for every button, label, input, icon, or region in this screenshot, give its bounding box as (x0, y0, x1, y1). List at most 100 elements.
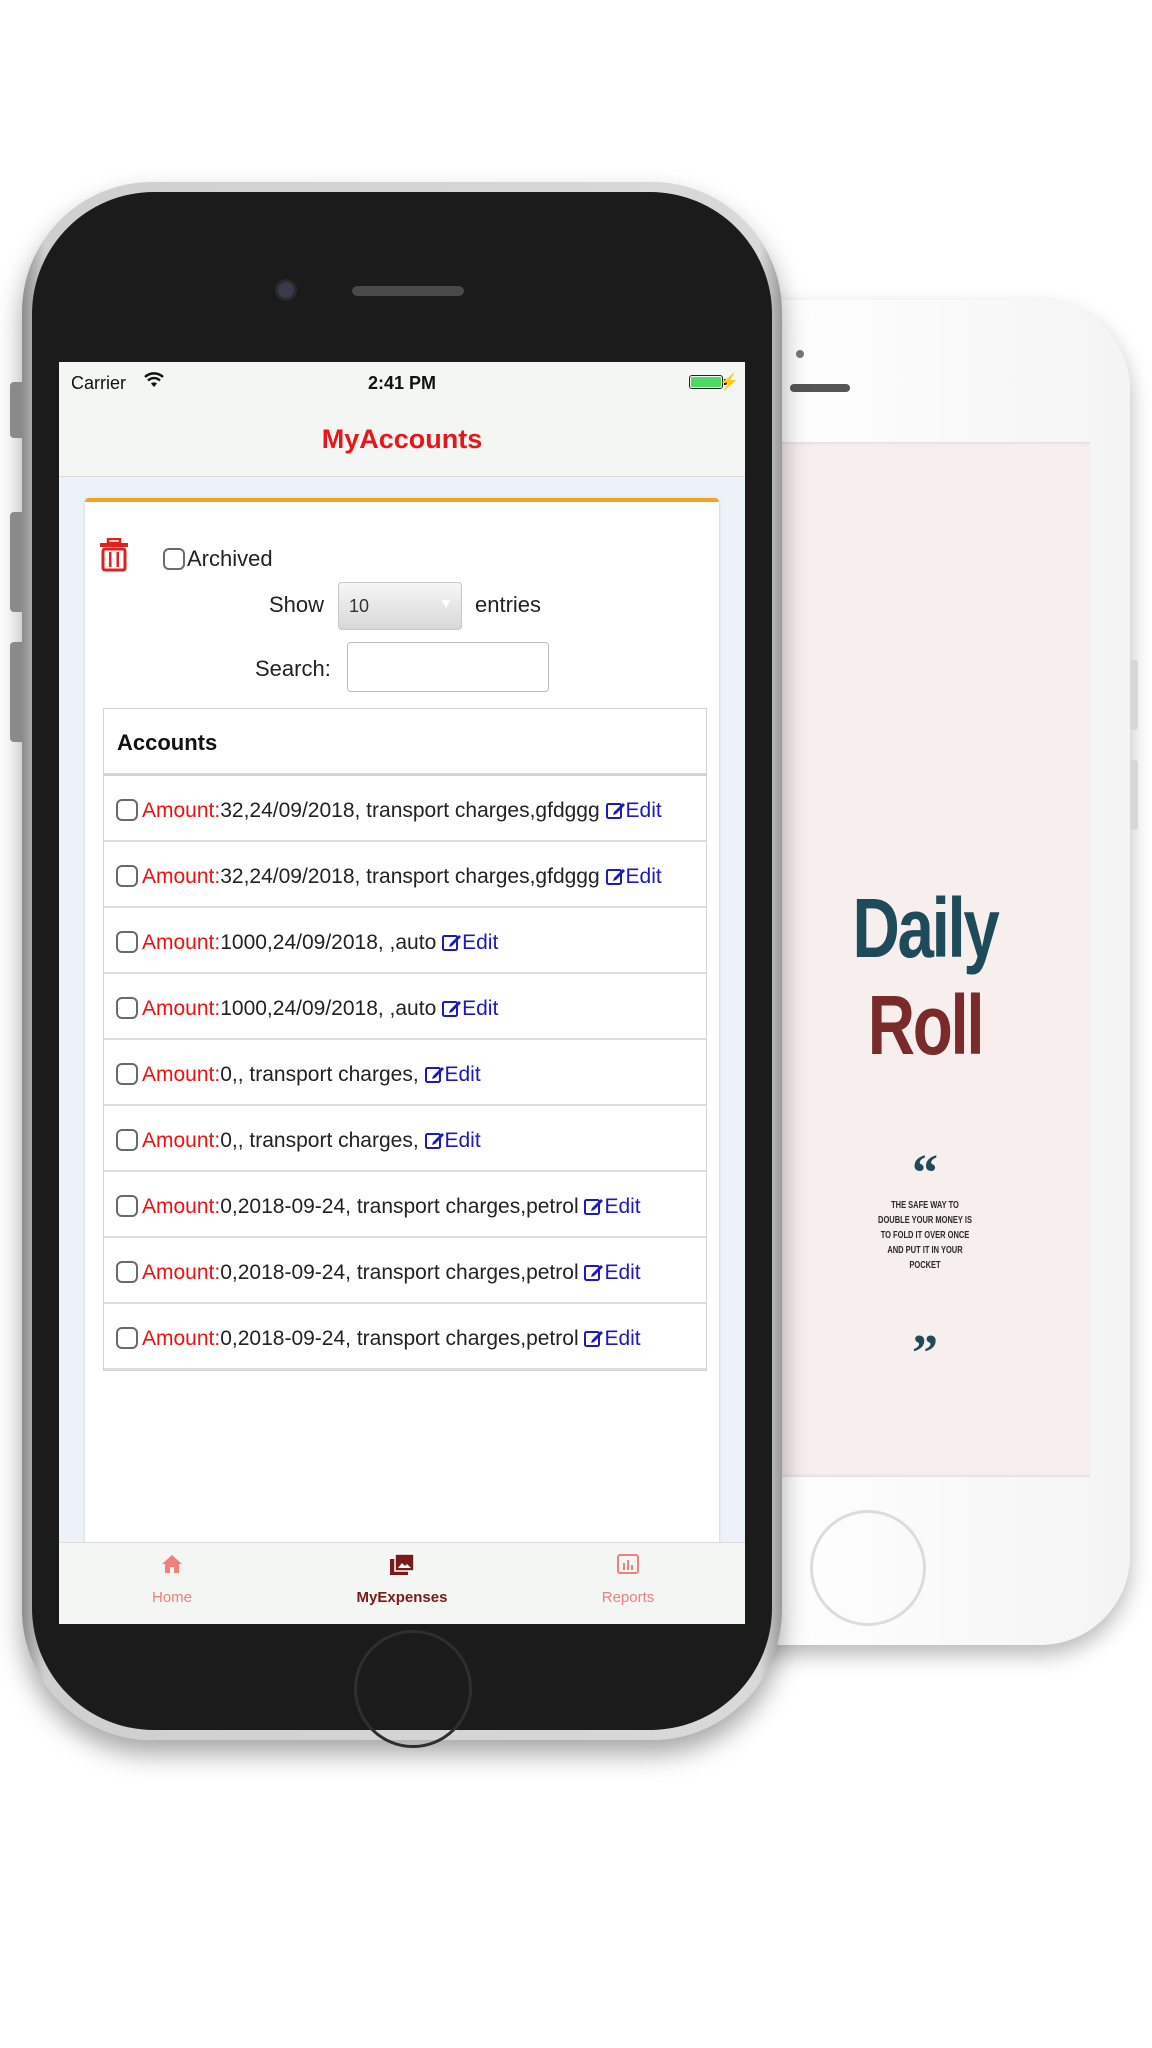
archived-filter[interactable]: Archived (163, 546, 273, 572)
edit-label: Edit (604, 1327, 641, 1350)
charging-icon: ⚡ (719, 374, 739, 391)
row-checkbox[interactable] (116, 1063, 138, 1085)
splash-screen: Daily Roll “ The safe way to double your… (760, 442, 1090, 1477)
chevron-down-icon: ▼ (439, 595, 453, 611)
edit-link[interactable]: Edit (584, 1261, 641, 1284)
page-title: MyAccounts (321, 424, 483, 454)
tab-reports-label: Reports (601, 1589, 655, 1606)
tab-home-label: Home (151, 1589, 192, 1606)
archived-checkbox[interactable] (163, 548, 185, 570)
edit-link[interactable]: Edit (424, 1063, 481, 1086)
row-checkbox[interactable] (116, 865, 138, 887)
accounts-card: Archived Show 10 ▼ entries Search: Accou… (85, 498, 719, 1624)
edit-label: Edit (462, 931, 499, 954)
row-details: 0,, transport charges, (220, 1063, 419, 1086)
tab-bar: Home MyExpenses Reports (59, 1542, 745, 1624)
app-logo-text: Daily Roll (852, 881, 1000, 1072)
edit-icon (424, 1129, 445, 1152)
edit-icon (442, 997, 462, 1020)
edit-label: Edit (625, 865, 662, 888)
images-icon (327, 1553, 477, 1581)
amount-label: Amount: (142, 931, 221, 954)
edit-link[interactable]: Edit (605, 799, 662, 822)
battery-icon (689, 375, 723, 389)
accounts-column-header: Accounts (117, 730, 218, 755)
edit-icon (584, 1327, 604, 1350)
volume-down-button (10, 642, 22, 742)
app-screen: Carrier 2:41 PM ⚡ MyAccounts Archived Sh… (59, 362, 745, 1624)
row-details: 0,2018-09-24, transport charges,petrol (220, 1195, 579, 1218)
edit-icon (605, 799, 626, 822)
amount-label: Amount: (142, 1327, 221, 1350)
splash-quote: The safe way to double your money is to … (878, 1200, 972, 1271)
tab-myexpenses-label: MyExpenses (356, 1589, 448, 1606)
status-time: 2:41 PM (367, 373, 437, 393)
edit-icon (442, 931, 462, 954)
nav-bar: MyAccounts (59, 402, 745, 477)
edit-label: Edit (604, 1195, 641, 1218)
home-hardware-button[interactable] (354, 1630, 472, 1748)
row-checkbox[interactable] (116, 931, 138, 953)
camera (796, 350, 804, 358)
edit-label: Edit (625, 799, 662, 822)
row-details: 0,, transport charges, (220, 1129, 419, 1152)
edit-link[interactable]: Edit (584, 1195, 641, 1218)
row-checkbox[interactable] (116, 1195, 138, 1217)
row-checkbox[interactable] (116, 799, 138, 821)
table-row: Amount:1000,24/09/2018, ,auto Edit (104, 908, 706, 974)
table-row: Amount:1000,24/09/2018, ,auto Edit (104, 974, 706, 1040)
bar-chart-icon (553, 1553, 703, 1581)
search-label: Search: (255, 656, 331, 681)
quote-close-mark: ” (912, 1325, 938, 1382)
search-input[interactable] (347, 642, 549, 692)
tab-home[interactable]: Home (97, 1553, 247, 1606)
table-row: Amount:0,, transport charges, Edit (104, 1040, 706, 1106)
tab-myexpenses[interactable]: MyExpenses (327, 1553, 477, 1606)
edit-link[interactable]: Edit (424, 1129, 481, 1152)
earpiece-speaker (352, 286, 464, 296)
table-row: Amount:32,24/09/2018, transport charges,… (104, 776, 706, 842)
accounts-table: Accounts Amount:32,24/09/2018, transport… (103, 708, 707, 1371)
edit-icon (584, 1261, 604, 1284)
row-details: 0,2018-09-24, transport charges,petrol (220, 1327, 579, 1350)
row-checkbox[interactable] (116, 1261, 138, 1283)
archived-label: Archived (187, 546, 273, 571)
table-row: Amount:0,, transport charges, Edit (104, 1106, 706, 1172)
edit-icon (584, 1195, 604, 1218)
edit-link[interactable]: Edit (605, 865, 662, 888)
trash-icon[interactable] (99, 537, 129, 572)
edit-link[interactable]: Edit (442, 997, 498, 1020)
row-checkbox[interactable] (116, 1327, 138, 1349)
table-row: Amount:32,24/09/2018, transport charges,… (104, 842, 706, 908)
table-row: Amount:0,2018-09-24, transport charges,p… (104, 1238, 706, 1304)
quote-open-mark: “ (912, 1145, 938, 1202)
edit-icon (424, 1063, 445, 1086)
edit-link[interactable]: Edit (584, 1327, 641, 1350)
row-checkbox[interactable] (116, 997, 138, 1019)
entries-label: entries (475, 592, 542, 617)
amount-label: Amount: (142, 799, 221, 822)
row-details: 1000,24/09/2018, ,auto (220, 931, 437, 954)
tab-reports[interactable]: Reports (553, 1553, 703, 1606)
table-body: Amount:32,24/09/2018, transport charges,… (104, 776, 706, 1370)
row-details: 0,2018-09-24, transport charges,petrol (220, 1261, 579, 1284)
side-button (1130, 660, 1138, 730)
amount-label: Amount: (142, 1195, 221, 1218)
edit-label: Edit (444, 1063, 481, 1086)
amount-label: Amount: (142, 1063, 221, 1086)
amount-label: Amount: (142, 865, 221, 888)
speaker (790, 384, 850, 392)
volume-up-button (10, 512, 22, 612)
edit-link[interactable]: Edit (442, 931, 498, 954)
table-row: Amount:0,2018-09-24, transport charges,p… (104, 1172, 706, 1238)
front-camera (278, 282, 294, 298)
amount-label: Amount: (142, 997, 221, 1020)
show-label: Show (269, 592, 325, 617)
row-details: 32,24/09/2018, transport charges,gfdggg (220, 799, 600, 822)
edit-label: Edit (444, 1129, 481, 1152)
entries-select[interactable]: 10 ▼ (338, 582, 462, 630)
status-bar: Carrier 2:41 PM ⚡ (59, 362, 745, 402)
edit-icon (605, 865, 626, 888)
mute-switch (10, 382, 22, 438)
row-checkbox[interactable] (116, 1129, 138, 1151)
